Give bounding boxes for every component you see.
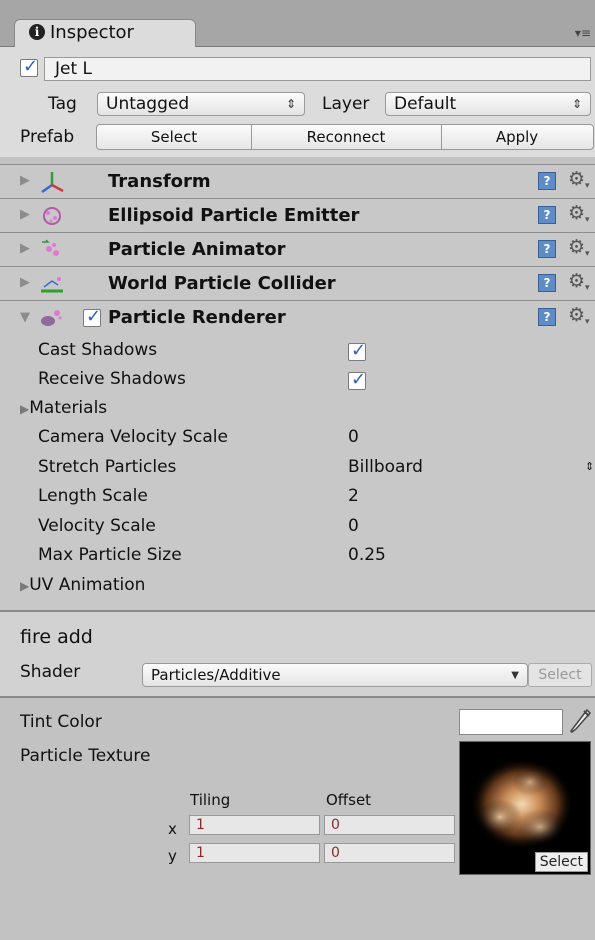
transform-axes-icon [41,172,64,193]
help-icon[interactable]: ? [538,172,556,190]
offset-x-field[interactable]: 0 [324,815,455,835]
component-particle-renderer[interactable]: ▼ ✓ Particle Renderer ? ⚙▾ [0,300,595,336]
material-name: fire add [20,626,93,648]
panel-menu-icon[interactable]: ▾≡ [575,26,591,40]
stretch-particles-label: Stretch Particles [38,457,177,477]
materials-label: Materials [29,398,108,418]
prefab-select-button[interactable]: Select [97,125,252,149]
tab-inspector[interactable]: i Inspector [14,19,196,48]
materials-foldout[interactable]: ▶Materials [20,398,107,418]
prefab-label: Prefab [20,127,75,147]
help-icon[interactable]: ? [538,274,556,292]
y-label: y [168,847,177,865]
tiling-y-field[interactable]: 1 [189,843,320,863]
component-ellipsoid-particle-emitter[interactable]: ▶ Ellipsoid Particle Emitter ? ⚙▾ [0,198,595,232]
shader-value: Particles/Additive [151,666,281,684]
max-particle-size-field[interactable]: 0.25 [348,545,386,565]
fold-arrow-icon[interactable]: ▶ [20,207,30,222]
updown-arrow-icon[interactable]: ⇕ [585,460,594,473]
renderer-enabled-checkbox[interactable]: ✓ [83,306,102,327]
particle-texture-label: Particle Texture [20,746,151,766]
updown-arrow-icon: ⇕ [571,97,582,111]
dropdown-arrow-icon: ▼ [511,670,519,681]
particle-renderer-properties: Cast Shadows ✓ Receive Shadows ✓ ▶Materi… [0,336,595,610]
camera-velocity-scale-label: Camera Velocity Scale [38,427,228,447]
tab-label: Inspector [50,22,134,43]
x-label: x [168,820,177,838]
checkmark-icon: ✓ [23,56,39,77]
prefab-reconnect-button[interactable]: Reconnect [251,125,442,149]
velocity-scale-field[interactable]: 0 [348,516,359,536]
help-icon[interactable]: ? [538,308,556,326]
updown-arrow-icon: ⇕ [285,97,296,111]
offset-y-field[interactable]: 0 [324,843,455,863]
checkmark-icon: ✓ [86,306,102,327]
cast-shadows-label: Cast Shadows [38,340,158,360]
fold-arrow-expanded-icon[interactable]: ▼ [20,310,30,325]
velocity-scale-label: Velocity Scale [38,516,156,536]
component-title: Particle Renderer [108,307,286,328]
tag-value: Untagged [106,94,190,114]
checkmark-icon: ✓ [351,369,367,390]
component-title: World Particle Collider [108,273,336,294]
eyedropper-icon[interactable] [567,707,593,737]
tiling-label: Tiling [190,791,231,809]
camera-velocity-scale-field[interactable]: 0 [348,427,359,447]
active-checkbox[interactable]: ✓ [20,56,39,77]
tag-dropdown[interactable]: Untagged ⇕ [97,92,305,116]
gear-icon[interactable]: ⚙▾ [568,270,590,293]
gear-icon[interactable]: ⚙▾ [568,236,590,259]
component-transform[interactable]: ▶ Transform ? ⚙▾ [0,164,595,198]
animator-icon [42,239,59,256]
checkmark-icon: ✓ [351,340,367,361]
component-title: Particle Animator [108,239,286,260]
component-title: Ellipsoid Particle Emitter [108,205,360,226]
offset-label: Offset [326,791,372,809]
component-title: Transform [108,171,211,192]
collider-icon [41,277,63,293]
prefab-apply-button[interactable]: Apply [441,125,593,149]
gear-icon[interactable]: ⚙▾ [568,168,590,191]
max-particle-size-label: Max Particle Size [38,545,182,565]
gear-icon[interactable]: ⚙▾ [568,304,590,327]
layer-label: Layer [322,94,370,114]
particle-texture-thumbnail[interactable]: Select [459,741,591,875]
gear-icon[interactable]: ⚙▾ [568,202,590,225]
component-world-particle-collider[interactable]: ▶ World Particle Collider ? ⚙▾ [0,266,595,300]
prefab-button-group: Select Reconnect Apply [96,124,594,150]
help-icon[interactable]: ? [538,240,556,258]
help-icon[interactable]: ? [538,206,556,224]
emitter-icon [43,207,61,225]
tiling-x-field[interactable]: 1 [189,815,320,835]
fold-arrow-icon: ▶ [20,579,30,593]
tint-color-label: Tint Color [20,712,102,732]
cast-shadows-checkbox[interactable]: ✓ [348,340,367,361]
component-particle-animator[interactable]: ▶ Particle Animator ? ⚙▾ [0,232,595,266]
uv-animation-foldout[interactable]: ▶UV Animation [20,575,145,595]
stretch-particles-dropdown[interactable]: Billboard [348,457,423,477]
fold-arrow-icon[interactable]: ▶ [20,275,30,290]
length-scale-field[interactable]: 2 [348,486,359,506]
layer-value: Default [394,94,457,114]
tag-label: Tag [48,94,77,114]
texture-select-button[interactable]: Select [534,852,588,872]
tint-color-swatch[interactable] [459,709,563,735]
fold-arrow-icon[interactable]: ▶ [20,173,30,188]
fold-arrow-icon: ▶ [20,402,30,416]
fold-arrow-icon[interactable]: ▶ [20,241,30,256]
receive-shadows-checkbox[interactable]: ✓ [348,369,367,390]
shader-select-button[interactable]: Select [528,663,592,687]
shader-label: Shader [20,662,81,682]
receive-shadows-label: Receive Shadows [38,369,186,389]
info-icon: i [29,24,45,40]
shader-dropdown[interactable]: Particles/Additive ▼ [142,663,528,687]
object-name-field[interactable]: Jet L [44,57,591,81]
length-scale-label: Length Scale [38,486,148,506]
layer-dropdown[interactable]: Default ⇕ [385,92,591,116]
uv-animation-label: UV Animation [29,575,146,595]
renderer-icon [41,310,62,326]
